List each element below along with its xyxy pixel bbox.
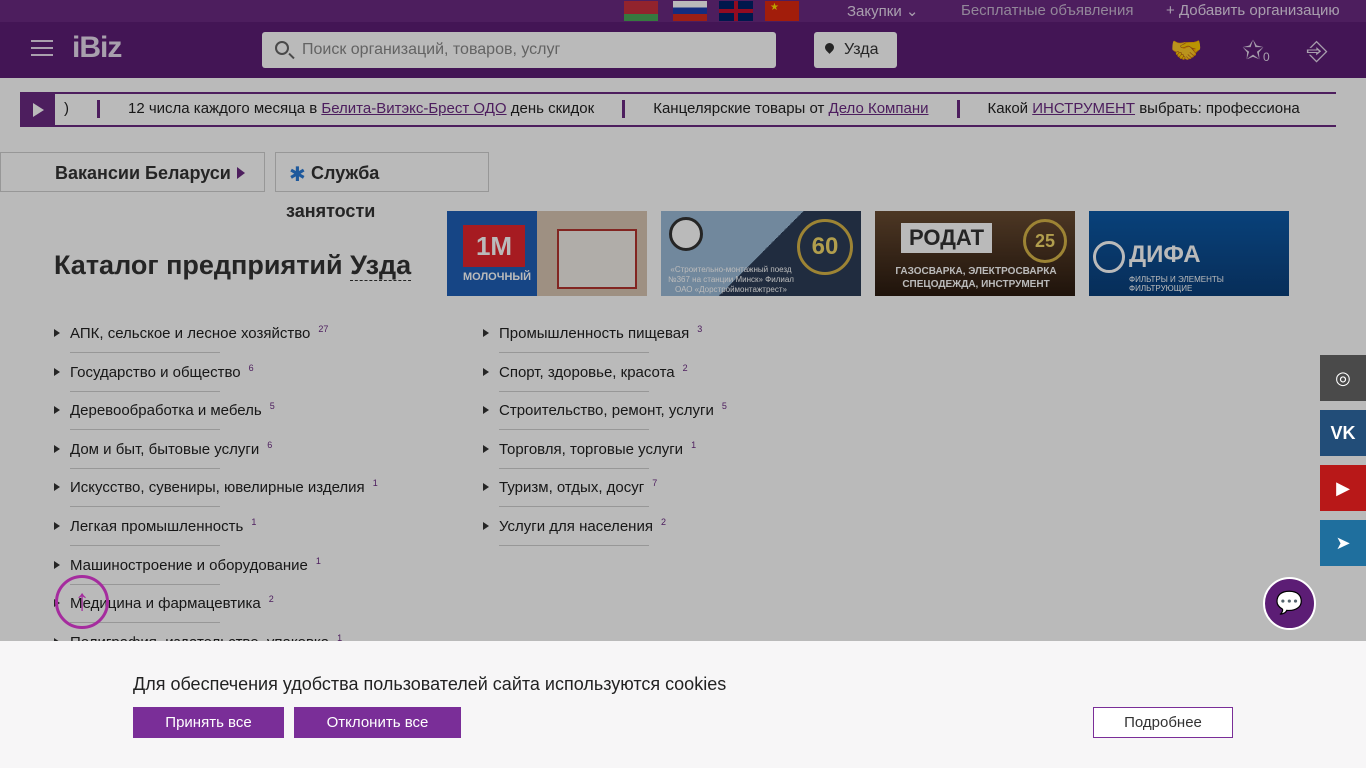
ticker-track: ) 12 числа каждого месяца в Белита-Витэкс…	[64, 100, 1300, 119]
banner-molochny[interactable]: 1M МОЛОЧНЫЙ	[447, 211, 647, 296]
building-image	[557, 229, 637, 289]
bullet-triangle-icon	[483, 406, 489, 415]
decline-cookies-button[interactable]: Отклонить все	[294, 707, 461, 738]
bullet-triangle-icon	[483, 483, 489, 492]
scroll-up-icon[interactable]: ↑	[55, 575, 109, 629]
category-count: 2	[660, 516, 666, 527]
news-ticker: ) 12 числа каждого месяца в Белита-Витэкс…	[20, 92, 1336, 127]
bullet-triangle-icon	[483, 367, 489, 376]
employment-service-label: занятости	[286, 201, 376, 221]
category-count: 6	[248, 362, 254, 373]
instagram-icon[interactable]: ◎	[1320, 355, 1366, 401]
ticker-item: Какой ИНСТРУМЕНТ выбрать: профессиона	[987, 100, 1300, 117]
flag-belarus-icon[interactable]	[624, 1, 658, 21]
category-count: 1	[315, 555, 321, 566]
play-icon[interactable]	[20, 94, 55, 125]
cookie-details-button[interactable]: Подробнее	[1093, 707, 1233, 738]
category-count: 27	[318, 324, 329, 334]
telegram-icon[interactable]: ➤	[1320, 520, 1366, 566]
top-strip: ★ Закупки ⌄ Бесплатные объявления + Доба…	[0, 0, 1366, 22]
free-ads-link[interactable]: Бесплатные объявления	[961, 2, 1133, 19]
category-count: 1	[372, 478, 378, 489]
ticker-link[interactable]: ИНСТРУМЕНТ	[1032, 100, 1135, 117]
bullet-triangle-icon	[483, 444, 489, 453]
bullet-triangle-icon	[54, 367, 60, 376]
flag-russia-icon[interactable]	[673, 1, 707, 21]
bullet-triangle-icon	[483, 329, 489, 337]
banner-caption: ГАЗОСВАРКА, ЭЛЕКТРОСВАРКА СПЕЦОДЕЖДА, ИН…	[895, 266, 1057, 290]
bullet-triangle-icon	[54, 483, 60, 492]
login-icon[interactable]: ⎆	[1301, 34, 1333, 66]
logo[interactable]: iBiz	[72, 31, 122, 65]
ticker-separator	[97, 100, 100, 119]
youtube-icon[interactable]: ▶	[1320, 465, 1366, 511]
ticker-separator	[956, 100, 960, 119]
city-label: Узда	[844, 41, 879, 58]
bullet-triangle-icon	[483, 521, 489, 530]
ticker-separator	[622, 100, 626, 119]
search-icon[interactable]	[275, 41, 289, 55]
banner-logo: ДИФА	[1129, 241, 1201, 268]
anniversary-badge: 25	[1023, 219, 1067, 263]
header: iBiz Узда 🤝 ✩ 0 ⎆	[0, 22, 1366, 78]
bullet-triangle-icon	[54, 406, 60, 415]
employment-service-button[interactable]: ✱ Служба	[275, 152, 489, 192]
catalog-city-link[interactable]: Узда	[350, 250, 412, 281]
category-count: 7	[652, 478, 658, 489]
banner-logo: РОДАТ	[901, 223, 993, 253]
bullet-triangle-icon	[54, 521, 60, 530]
banner-caption: «Строительно-монтажный поезд №367 на ста…	[668, 265, 794, 294]
city-selector[interactable]: Узда	[814, 32, 897, 68]
arrow-right-icon	[237, 167, 245, 179]
favorites-count: 0	[1263, 50, 1270, 64]
banner-logo: 1M	[463, 225, 525, 267]
category-count: 1	[251, 516, 257, 527]
category-count: 5	[269, 401, 275, 412]
search-box	[262, 32, 776, 68]
banner-emblem	[669, 217, 703, 251]
ticker-item: Канцелярские товары от Дело Компани	[653, 100, 929, 117]
category-count: 1	[691, 439, 697, 450]
category-count: 2	[268, 594, 274, 605]
gear-icon	[1093, 241, 1125, 273]
add-organization-link[interactable]: + Добавить организацию	[1166, 2, 1340, 19]
flag-uk-icon[interactable]	[719, 1, 753, 21]
banner-difa[interactable]: ДИФА ФИЛЬТРЫ И ЭЛЕМЕНТЫ ФИЛЬТРУЮЩИЕ	[1089, 211, 1289, 296]
banner-caption: ФИЛЬТРЫ И ЭЛЕМЕНТЫ ФИЛЬТРУЮЩИЕ	[1129, 275, 1224, 293]
anniversary-badge: 60	[797, 219, 853, 275]
bullet-triangle-icon	[54, 329, 60, 337]
banner-caption: МОЛОЧНЫЙ	[463, 271, 532, 283]
menu-icon[interactable]	[31, 40, 53, 56]
category-count: 3	[697, 324, 703, 334]
category-count: 6	[267, 439, 273, 450]
chevron-down-icon: ⌄	[905, 3, 919, 20]
cookie-text: Для обеспечения удобства пользователей с…	[133, 674, 727, 694]
ticker-link[interactable]: Дело Компани	[829, 100, 929, 117]
page-title: Каталог предприятий Узда	[54, 250, 412, 281]
banner-rodat[interactable]: РОДАТ 25 ГАЗОСВАРКА, ЭЛЕКТРОСВАРКА СПЕЦО…	[875, 211, 1075, 296]
category-count: 5	[721, 401, 727, 412]
vk-icon[interactable]: VK	[1320, 410, 1366, 456]
cookie-banner: Для обеспечения удобства пользователей с…	[0, 641, 1366, 768]
asterisk-icon: ✱	[289, 164, 306, 186]
flag-china-icon[interactable]: ★	[765, 1, 799, 21]
location-pin-icon	[823, 41, 836, 54]
zakupki-menu[interactable]: Закупки ⌄	[847, 2, 918, 20]
bullet-triangle-icon	[54, 560, 60, 569]
accept-cookies-button[interactable]: Принять все	[133, 707, 284, 738]
handshake-icon[interactable]: 🤝	[1170, 34, 1202, 66]
vacancies-button[interactable]: Вакансии Беларуси	[0, 152, 265, 192]
search-input[interactable]	[302, 32, 762, 68]
banner-poezd[interactable]: 60 «Строительно-монтажный поезд №367 на …	[661, 211, 861, 296]
bullet-triangle-icon	[54, 444, 60, 453]
ticker-link[interactable]: Белита-Витэкс-Брест ОДО	[321, 100, 506, 117]
chat-icon[interactable]: 💬	[1263, 577, 1316, 630]
category-count: 2	[682, 362, 688, 373]
plus-icon: +	[1166, 2, 1175, 19]
ticker-item: 12 числа каждого месяца в Белита-Витэкс-…	[128, 100, 595, 117]
ticker-item: )	[64, 100, 69, 117]
